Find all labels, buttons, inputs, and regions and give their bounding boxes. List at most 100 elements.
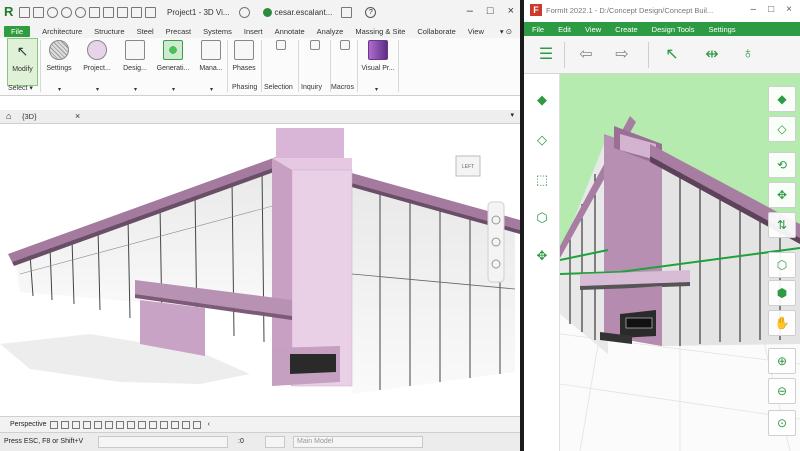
temporary-icon[interactable]: [181, 420, 190, 429]
scale-icon[interactable]: [49, 420, 58, 429]
pan-icon[interactable]: ✥: [768, 182, 796, 208]
reveal-icon[interactable]: [170, 420, 179, 429]
render-icon[interactable]: [104, 420, 113, 429]
cube-solid-icon[interactable]: ◆: [768, 86, 796, 112]
tag-icon[interactable]: [131, 6, 142, 18]
help-icon[interactable]: ?: [365, 6, 377, 18]
view-cube-label[interactable]: LEFT: [462, 164, 474, 170]
menu-create[interactable]: Create: [615, 25, 638, 34]
zoom-out-icon[interactable]: ⊖: [768, 378, 796, 404]
phases-button[interactable]: Phases: [230, 38, 258, 86]
scroll-left-icon[interactable]: ‹: [208, 421, 210, 428]
walk-icon[interactable]: ⇅: [768, 212, 796, 238]
menu-file[interactable]: File: [532, 25, 544, 34]
revit-3d-view[interactable]: LEFT: [0, 124, 520, 416]
close-icon[interactable]: ×: [508, 5, 514, 17]
camera-icon[interactable]: ⬢: [768, 280, 796, 306]
sync-icon[interactable]: [47, 6, 58, 18]
tab-view[interactable]: View: [468, 27, 484, 36]
tab-file[interactable]: File: [4, 25, 31, 37]
menu-settings[interactable]: Settings: [708, 25, 735, 34]
zoom-extents-icon[interactable]: ⊙: [768, 410, 796, 436]
design-dropdown[interactable]: ▾: [134, 86, 137, 96]
binoculars-icon[interactable]: [238, 6, 250, 18]
generative-button[interactable]: Generati...: [155, 38, 191, 86]
tab-precast[interactable]: Precast: [166, 27, 191, 36]
tab-systems[interactable]: Systems: [203, 27, 232, 36]
manage-button[interactable]: Mana...: [196, 38, 226, 86]
redo-icon[interactable]: [75, 6, 86, 18]
tab-structure[interactable]: Structure: [94, 27, 124, 36]
sun-path-icon[interactable]: [82, 420, 91, 429]
shadows-icon[interactable]: [93, 420, 102, 429]
undo-icon[interactable]: ⇦: [572, 40, 600, 68]
tab-steel[interactable]: Steel: [137, 27, 154, 36]
settings-button[interactable]: Settings: [43, 38, 75, 86]
text-icon[interactable]: [145, 6, 156, 18]
manage-dropdown[interactable]: ▾: [210, 86, 213, 96]
view-mode-label[interactable]: Perspective: [10, 421, 47, 428]
minimize-icon[interactable]: –: [467, 5, 473, 17]
offset-icon[interactable]: ⬡: [530, 206, 554, 230]
measure-icon[interactable]: [103, 6, 114, 18]
lock-icon[interactable]: [126, 420, 135, 429]
workset-selector[interactable]: [98, 436, 228, 448]
visual-programming-button[interactable]: Visual Pr...: [360, 38, 396, 86]
view-cube-icon[interactable]: ⬡: [768, 252, 796, 278]
cube-wire-icon[interactable]: ◇: [768, 116, 796, 142]
detail-icon[interactable]: [60, 420, 69, 429]
formit-close-icon[interactable]: ×: [786, 4, 792, 15]
close-view-icon[interactable]: ×: [75, 111, 80, 121]
hide-icon[interactable]: [137, 420, 146, 429]
tab-annotate[interactable]: Annotate: [275, 27, 305, 36]
tab-architecture[interactable]: Architecture: [42, 27, 82, 36]
user-account[interactable]: cesar.escalant...: [262, 7, 332, 17]
menu-view[interactable]: View: [585, 25, 601, 34]
orbit-icon[interactable]: ⟲: [768, 152, 796, 178]
menu-edit[interactable]: Edit: [558, 25, 571, 34]
project-dropdown[interactable]: ▾: [96, 86, 99, 96]
save-icon[interactable]: [33, 6, 44, 18]
formit-maximize-icon[interactable]: □: [768, 4, 774, 15]
undo-icon[interactable]: [61, 6, 72, 18]
tab-analyze[interactable]: Analyze: [317, 27, 344, 36]
crop-icon[interactable]: [115, 420, 124, 429]
view-tab[interactable]: ⌂ {3D} × ▾: [0, 110, 520, 124]
maximize-icon[interactable]: □: [487, 5, 494, 17]
zoom-in-icon[interactable]: ⊕: [768, 348, 796, 374]
inquiry-tools[interactable]: [301, 38, 329, 86]
hand-icon[interactable]: ✋: [768, 310, 796, 336]
layers-icon[interactable]: ☰: [532, 40, 560, 68]
analysis-icon[interactable]: [148, 420, 157, 429]
tab-massing-site[interactable]: Massing & Site: [355, 27, 405, 36]
dimension-icon[interactable]: [117, 6, 128, 18]
redo-icon[interactable]: ⇨: [608, 40, 636, 68]
tab-collaborate[interactable]: Collaborate: [417, 27, 455, 36]
tab-insert[interactable]: Insert: [244, 27, 263, 36]
formit-3d-view[interactable]: [560, 74, 800, 451]
cart-icon[interactable]: [341, 6, 353, 18]
formit-minimize-icon[interactable]: –: [751, 4, 757, 15]
move-icon[interactable]: ✥: [530, 244, 554, 268]
select-arrow-icon[interactable]: ↖: [658, 40, 686, 68]
pin-icon[interactable]: ♁: [734, 40, 762, 68]
select-panel-label[interactable]: Select ▾: [8, 84, 33, 92]
highlight-icon[interactable]: [159, 420, 168, 429]
visual-style-icon[interactable]: [71, 420, 80, 429]
generative-dropdown[interactable]: ▾: [172, 86, 175, 96]
wireframe-icon[interactable]: ◇: [530, 128, 554, 152]
design-button[interactable]: Desig...: [118, 38, 152, 86]
ribbon-options[interactable]: ▾ ⊙: [500, 27, 512, 36]
visual-programming-dropdown[interactable]: ▾: [375, 86, 378, 96]
view-tab-dropdown[interactable]: ▾: [510, 111, 514, 119]
modify-button[interactable]: ↖ Modify: [7, 38, 38, 86]
macros-tools[interactable]: [334, 38, 356, 86]
project-button[interactable]: Project...: [80, 38, 114, 86]
formit-building-model[interactable]: [560, 74, 800, 451]
tape-measure-icon[interactable]: ⇹: [698, 40, 726, 68]
design-option-selector[interactable]: Main Model: [293, 436, 423, 448]
filter-icon[interactable]: [265, 436, 285, 448]
open-icon[interactable]: [19, 6, 30, 18]
settings-dropdown[interactable]: ▾: [58, 86, 61, 96]
revit-logo[interactable]: R: [4, 5, 16, 19]
